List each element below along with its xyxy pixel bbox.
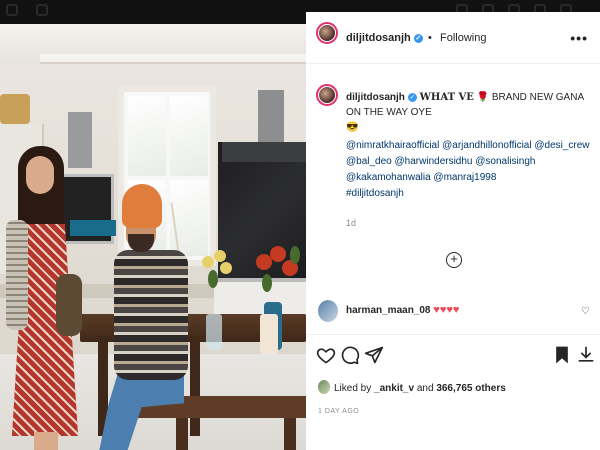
- comment-username[interactable]: harman_maan_08: [346, 305, 431, 316]
- separator-dot: •: [428, 32, 432, 44]
- stove: [214, 278, 306, 314]
- heart-icon[interactable]: [316, 345, 336, 365]
- topbar-icon: [6, 4, 18, 16]
- verified-badge-icon: ✓: [407, 92, 417, 102]
- author-avatar[interactable]: [316, 22, 338, 44]
- post-photo[interactable]: [0, 24, 306, 450]
- woman-legs: [34, 432, 58, 450]
- woman-bag: [56, 274, 82, 336]
- caption: diljitdosanjh ✓ WHAT VE 🌹 BRAND NEW GANA …: [346, 90, 590, 135]
- flower: [220, 262, 232, 274]
- glass-vase: [206, 314, 222, 350]
- comment-like-icon[interactable]: ♡: [581, 306, 590, 317]
- range-hood: [222, 142, 306, 162]
- following-button[interactable]: Following: [440, 32, 486, 44]
- caption-hashtag[interactable]: #diljitdosanjh: [346, 188, 404, 199]
- comment-text: ♥♥♥♥: [433, 304, 460, 316]
- leaf: [290, 246, 300, 264]
- load-more-comments-icon[interactable]: +: [446, 252, 462, 268]
- caption-avatar[interactable]: [316, 84, 338, 106]
- caption-mentions[interactable]: @nimratkhairaofficial @arjandhillonoffic…: [346, 138, 596, 186]
- bench-leg: [176, 418, 188, 450]
- post-date: 1 DAY AGO: [318, 408, 360, 415]
- leaf: [208, 270, 218, 288]
- verified-badge-icon: ✓: [413, 33, 423, 43]
- likes-mid: and: [416, 383, 434, 394]
- comment: harman_maan_08 ♥♥♥♥: [346, 304, 459, 316]
- commenter-avatar[interactable]: [318, 300, 338, 322]
- man-sweater: [114, 250, 188, 380]
- action-bar: [306, 334, 600, 374]
- comment-icon[interactable]: [340, 345, 360, 365]
- post-header: diljitdosanjh ✓ • Following •••: [306, 12, 600, 64]
- bookmark-icon[interactable]: [552, 345, 572, 365]
- copper-jar: [0, 94, 30, 124]
- more-icon[interactable]: •••: [570, 30, 588, 46]
- teal-shelf: [70, 220, 116, 236]
- caption-age: 1d: [346, 218, 357, 228]
- hood-pipe-left: [68, 112, 92, 168]
- flower: [202, 256, 214, 268]
- likes-summary[interactable]: Liked by _ankit_v and 366,765 others: [334, 383, 506, 394]
- flower: [270, 246, 286, 262]
- man-turban: [122, 184, 162, 228]
- candle: [260, 314, 278, 354]
- flower: [214, 250, 226, 262]
- caption-username[interactable]: diljitdosanjh: [346, 92, 405, 103]
- sunglasses-emoji: 😎: [346, 122, 359, 133]
- rose-emoji-icon: 🌹: [476, 92, 490, 103]
- woman-face: [26, 156, 54, 194]
- likes-count[interactable]: 366,765 others: [436, 383, 506, 394]
- likes-prefix: Liked by: [334, 383, 372, 394]
- liker-avatar[interactable]: [318, 380, 330, 394]
- cornice: [40, 54, 306, 64]
- leaf: [262, 274, 272, 292]
- post-panel: diljitdosanjh ✓ • Following ••• diljitdos…: [306, 12, 600, 450]
- bench-leg: [284, 418, 296, 450]
- caption-title: WHAT VE: [419, 92, 474, 103]
- download-icon[interactable]: [576, 345, 596, 365]
- hood-pipe: [258, 90, 284, 144]
- author-username[interactable]: diljitdosanjh ✓: [346, 32, 423, 44]
- send-icon[interactable]: [364, 345, 384, 365]
- woman-cardigan: [6, 220, 28, 330]
- likes-user[interactable]: _ankit_v: [374, 383, 414, 394]
- table-leg: [190, 336, 200, 436]
- topbar-icon: [36, 4, 48, 16]
